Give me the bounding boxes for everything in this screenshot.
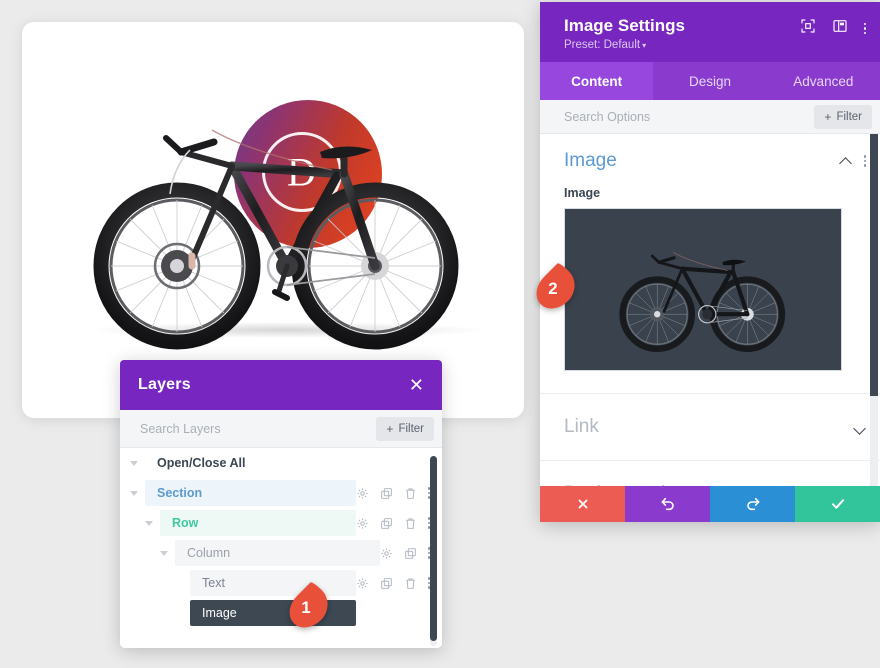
- layer-label-section: Section: [145, 480, 356, 506]
- trash-icon[interactable]: [404, 487, 417, 500]
- settings-group-link: Link: [540, 394, 880, 461]
- settings-group-image-controls: [840, 155, 866, 167]
- page-canvas-card: D: [22, 22, 524, 418]
- settings-content: Image Image Link: [540, 134, 880, 486]
- settings-panel-header: Image Settings Preset: Default ▾: [540, 2, 880, 62]
- image-settings-panel: Image Settings Preset: Default ▾ Content…: [540, 2, 880, 522]
- layer-row-section[interactable]: Section: [120, 478, 442, 508]
- layout-toggle-icon[interactable]: [832, 18, 848, 39]
- tab-design[interactable]: Design: [653, 62, 766, 100]
- settings-group-background: Background: [540, 461, 880, 486]
- layer-label-column: Column: [175, 540, 380, 566]
- tab-content[interactable]: Content: [540, 62, 654, 100]
- check-icon: [831, 499, 844, 509]
- layers-filter-label: Filter: [398, 422, 424, 435]
- layer-row-row[interactable]: Row: [120, 508, 442, 538]
- gear-icon[interactable]: [380, 547, 393, 560]
- caret-down-icon[interactable]: [130, 459, 139, 468]
- redo-icon: [746, 497, 760, 511]
- settings-group-link-title: Link: [564, 416, 599, 437]
- options-filter-button[interactable]: + Filter: [814, 104, 872, 129]
- duplicate-icon[interactable]: [380, 517, 393, 530]
- close-icon[interactable]: ✕: [409, 376, 424, 394]
- settings-tabs: Content Design Advanced: [540, 62, 880, 100]
- layers-panel-header: Layers ✕: [120, 360, 442, 410]
- layers-panel-title: Layers: [138, 376, 191, 393]
- plus-icon: +: [386, 421, 394, 436]
- caret-down-icon[interactable]: [160, 549, 169, 558]
- settings-group-image: Image Image: [540, 134, 880, 394]
- options-filter-label: Filter: [836, 110, 862, 123]
- search-options-input[interactable]: Search Options: [564, 110, 650, 124]
- layer-label-row: Row: [160, 510, 356, 536]
- layers-search-bar: Search Layers + Filter: [120, 410, 442, 448]
- duplicate-icon[interactable]: [380, 487, 393, 500]
- plus-icon: +: [824, 109, 832, 124]
- layer-row-column[interactable]: Column: [120, 538, 442, 568]
- more-icon[interactable]: [863, 22, 866, 35]
- image-preview[interactable]: [564, 208, 842, 371]
- more-icon[interactable]: [863, 155, 866, 167]
- layers-filter-button[interactable]: + Filter: [376, 416, 434, 441]
- gear-icon[interactable]: [356, 517, 369, 530]
- preset-selector[interactable]: Preset: Default ▾: [564, 39, 864, 51]
- preset-label: Preset: Default: [564, 39, 641, 51]
- gear-icon[interactable]: [356, 487, 369, 500]
- trash-icon[interactable]: [404, 607, 417, 620]
- search-layers-input[interactable]: Search Layers: [140, 422, 221, 436]
- save-button[interactable]: [795, 486, 880, 522]
- bike-image: [93, 129, 459, 350]
- settings-header-actions: [800, 18, 866, 39]
- layer-row-text[interactable]: Text: [120, 568, 442, 598]
- front-wheel-thumb: [619, 276, 695, 352]
- layer-row-image[interactable]: Image: [120, 598, 442, 628]
- marker-number: 1: [301, 598, 311, 617]
- settings-group-background-title: Background: [564, 483, 665, 486]
- settings-group-image-title: Image: [564, 150, 617, 171]
- layers-scrollbar-thumb[interactable]: [430, 456, 437, 641]
- caret-down-icon[interactable]: [145, 519, 154, 528]
- settings-search-bar: Search Options + Filter: [540, 100, 880, 134]
- image-preview-thumbnail: [619, 251, 786, 352]
- saddle: [320, 146, 372, 159]
- layers-tree: Open/Close All Section Row Column Text I…: [120, 448, 442, 648]
- chevron-down-icon[interactable]: [854, 423, 866, 431]
- fullscreen-icon[interactable]: [800, 18, 816, 39]
- callout-marker-1: 1: [281, 580, 337, 636]
- settings-group-link-header[interactable]: Link: [540, 394, 880, 460]
- caret-down-icon[interactable]: [130, 489, 139, 498]
- app-root: D Layers ✕ Search Layers + Filter Open/C…: [0, 0, 880, 668]
- settings-group-image-header[interactable]: Image: [540, 134, 880, 186]
- gear-icon[interactable]: [356, 607, 369, 620]
- chevron-down-icon: ▾: [642, 41, 647, 50]
- settings-group-background-header[interactable]: Background: [540, 461, 880, 486]
- trash-icon[interactable]: [404, 577, 417, 590]
- settings-scrollbar-thumb[interactable]: [870, 134, 878, 396]
- discard-button[interactable]: [540, 486, 625, 522]
- duplicate-icon[interactable]: [380, 577, 393, 590]
- duplicate-icon[interactable]: [404, 547, 417, 560]
- image-field-label: Image: [564, 186, 601, 200]
- trash-icon[interactable]: [404, 517, 417, 530]
- settings-group-link-controls: [854, 423, 866, 431]
- layers-panel: Layers ✕ Search Layers + Filter Open/Clo…: [120, 360, 442, 648]
- redo-button[interactable]: [710, 486, 795, 522]
- undo-button[interactable]: [625, 486, 710, 522]
- marker-number: 2: [548, 279, 558, 298]
- front-wheel: [93, 182, 261, 350]
- image-upload-field: Image: [540, 186, 880, 393]
- duplicate-icon[interactable]: [380, 607, 393, 620]
- callout-marker-2: 2: [528, 261, 584, 317]
- settings-footer-actions: [540, 486, 880, 522]
- close-icon: [578, 499, 587, 509]
- layer-row-open-close-all[interactable]: Open/Close All: [120, 448, 442, 478]
- open-close-all-label: Open/Close All: [157, 456, 246, 470]
- chevron-up-icon[interactable]: [840, 157, 852, 165]
- undo-icon: [660, 497, 674, 511]
- tab-advanced[interactable]: Advanced: [767, 62, 880, 100]
- gear-icon[interactable]: [356, 577, 369, 590]
